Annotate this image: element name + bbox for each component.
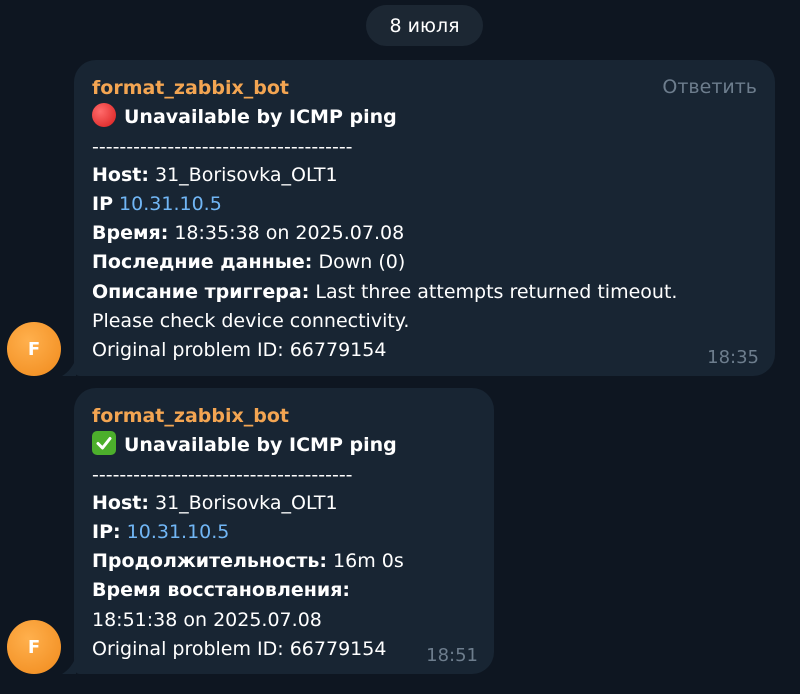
bubble-tail xyxy=(62,656,76,674)
divider-line: -------------------------------------- xyxy=(92,136,353,158)
alert-title: Unavailable by ICMP ping xyxy=(92,431,397,460)
last-data-line: Последние данные: Down (0) xyxy=(92,248,405,277)
ip-label: IP: xyxy=(92,521,121,543)
sender-name[interactable]: format_zabbix_bot xyxy=(92,74,289,103)
host-label: Host: xyxy=(92,164,149,186)
trigger-value: Last three attempts returned timeout. xyxy=(309,281,678,303)
ip-line: IP 10.31.10.5 xyxy=(92,190,222,219)
alert-title: Unavailable by ICMP ping xyxy=(92,103,397,132)
alert-title-text: Unavailable by ICMP ping xyxy=(124,106,397,128)
message-bubble[interactable]: format_zabbix_bot Ответить Unavailable b… xyxy=(62,60,775,376)
host-line: Host: 31_Borisovka_OLT1 xyxy=(92,161,338,190)
reply-button[interactable]: Ответить xyxy=(662,76,757,98)
last-data-label: Последние данные: xyxy=(92,251,313,273)
avatar[interactable]: F xyxy=(7,322,61,376)
trigger-line: Описание триггера: Last three attempts r… xyxy=(92,278,677,307)
recovery-label: Время восстановления: xyxy=(92,579,350,601)
problem-id: Original problem ID: 66779154 xyxy=(92,638,387,660)
alert-title-text: Unavailable by ICMP ping xyxy=(124,434,397,456)
message-time: 18:35 xyxy=(707,347,759,368)
trigger-label: Описание триггера: xyxy=(92,281,310,303)
red-circle-icon xyxy=(92,103,116,127)
trigger-line-2: Please check device connectivity. xyxy=(92,310,410,332)
message-bubble[interactable]: format_zabbix_bot Unavailable by ICMP pi… xyxy=(62,388,494,674)
last-data-value: Down (0) xyxy=(312,251,406,273)
avatar[interactable]: F xyxy=(7,620,61,674)
time-value: 18:35:38 on 2025.07.08 xyxy=(168,222,405,244)
bubble-tail xyxy=(62,358,76,376)
duration-label: Продолжительность: xyxy=(92,550,327,572)
date-separator: 8 июля xyxy=(366,5,483,46)
host-label: Host: xyxy=(92,492,149,514)
host-line: Host: 31_Borisovka_OLT1 xyxy=(92,489,338,518)
duration-value: 16m 0s xyxy=(327,550,404,572)
recovery-value: 18:51:38 on 2025.07.08 xyxy=(92,609,322,631)
time-line: Время: 18:35:38 on 2025.07.08 xyxy=(92,219,404,248)
ip-line: IP: 10.31.10.5 xyxy=(92,518,229,547)
problem-id: Original problem ID: 66779154 xyxy=(92,339,387,361)
sender-name[interactable]: format_zabbix_bot xyxy=(92,402,289,431)
divider-line: -------------------------------------- xyxy=(92,464,353,486)
host-value: 31_Borisovka_OLT1 xyxy=(148,164,338,186)
time-label: Время: xyxy=(92,222,169,244)
check-mark-icon xyxy=(92,431,116,455)
ip-link[interactable]: 10.31.10.5 xyxy=(127,521,230,543)
message-time: 18:51 xyxy=(426,645,478,666)
host-value: 31_Borisovka_OLT1 xyxy=(148,492,338,514)
ip-link[interactable]: 10.31.10.5 xyxy=(119,193,222,215)
duration-line: Продолжительность: 16m 0s xyxy=(92,547,404,576)
ip-label: IP xyxy=(92,193,113,215)
